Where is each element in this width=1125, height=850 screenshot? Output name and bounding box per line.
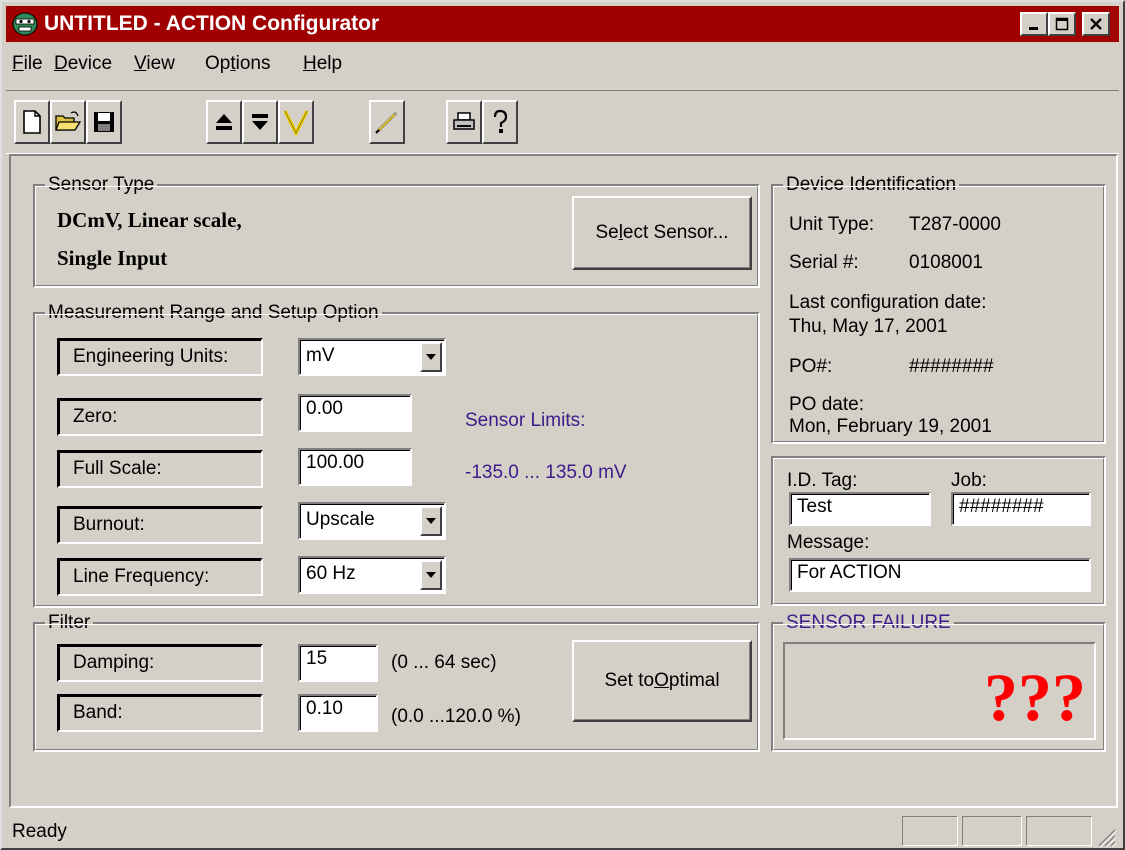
job-input[interactable]: ######## bbox=[951, 492, 1091, 526]
printer-icon bbox=[453, 112, 475, 130]
burnout-label: Burnout: bbox=[57, 506, 263, 544]
minimize-button[interactable] bbox=[1020, 12, 1048, 36]
window-title: UNTITLED - ACTION Configurator bbox=[44, 12, 380, 35]
message-input[interactable]: For ACTION bbox=[789, 558, 1091, 592]
set-to-optimal-button[interactable]: Set to Optimal bbox=[572, 640, 752, 722]
band-input[interactable]: 0.10 bbox=[298, 694, 378, 732]
sensor-type-line1: DCmV, Linear scale, bbox=[57, 208, 242, 232]
damping-range: (0 ... 64 sec) bbox=[391, 652, 497, 673]
maximize-button[interactable] bbox=[1048, 12, 1076, 36]
device-identification-legend: Device Identification bbox=[783, 173, 960, 197]
full-scale-input[interactable]: 100.00 bbox=[298, 448, 412, 486]
line-frequency-select[interactable]: 60 Hz bbox=[298, 556, 446, 594]
upload-eject-icon bbox=[216, 114, 232, 130]
title-bar[interactable]: UNTITLED - ACTION Configurator bbox=[6, 6, 1119, 42]
sensor-type-legend: Sensor Type bbox=[45, 173, 158, 197]
sensor-failure-legend: SENSOR FAILURE bbox=[783, 611, 954, 635]
status-pane-1 bbox=[902, 816, 958, 846]
probe-pen-icon bbox=[375, 111, 398, 134]
sensor-type-line2: Single Input bbox=[57, 246, 168, 270]
po-date-label: PO date: bbox=[789, 394, 864, 415]
job-label: Job: bbox=[951, 470, 987, 491]
filter-legend: Filter bbox=[45, 611, 94, 635]
message-label: Message: bbox=[787, 532, 870, 553]
unit-type-label: Unit Type: bbox=[789, 214, 875, 235]
new-button[interactable] bbox=[14, 100, 50, 144]
band-range: (0.0 ...120.0 %) bbox=[391, 706, 521, 727]
print-button[interactable] bbox=[446, 100, 482, 144]
open-button[interactable] bbox=[50, 100, 86, 144]
chevron-down-icon[interactable] bbox=[420, 506, 442, 536]
upload-button[interactable] bbox=[206, 100, 242, 144]
engineering-units-label: Engineering Units: bbox=[57, 338, 263, 376]
download-icon bbox=[252, 114, 268, 130]
close-button[interactable] bbox=[1082, 12, 1110, 36]
band-label: Band: bbox=[57, 694, 263, 732]
open-folder-icon bbox=[55, 111, 82, 131]
close-icon bbox=[1090, 18, 1102, 30]
unit-type-value: T287-0000 bbox=[909, 214, 1001, 235]
full-scale-label: Full Scale: bbox=[57, 450, 263, 488]
id-tag-input[interactable]: Test bbox=[789, 492, 931, 526]
minimize-icon bbox=[1029, 27, 1038, 30]
menu-device[interactable]: Device bbox=[54, 53, 112, 75]
menu-file[interactable]: File bbox=[12, 53, 43, 75]
zero-input[interactable]: 0.00 bbox=[298, 394, 412, 432]
zero-label: Zero: bbox=[57, 398, 263, 436]
menu-help[interactable]: Help bbox=[303, 53, 342, 75]
sensor-failure-group: SENSOR FAILURE ??? bbox=[771, 611, 1106, 752]
maximize-icon bbox=[1055, 17, 1069, 31]
app-face-icon bbox=[12, 12, 38, 36]
tag-group: I.D. Tag: Job: Test ######## Message: Fo… bbox=[771, 456, 1106, 606]
burnout-select[interactable]: Upscale bbox=[298, 502, 446, 540]
status-pane-3 bbox=[1026, 816, 1092, 846]
line-frequency-label: Line Frequency: bbox=[57, 558, 263, 596]
download-button[interactable] bbox=[242, 100, 278, 144]
chevron-down-icon[interactable] bbox=[420, 342, 442, 372]
menu-view[interactable]: View bbox=[134, 53, 175, 75]
select-sensor-button[interactable]: Se l ect Sensor... bbox=[572, 196, 752, 270]
sensor-type-group: Sensor Type DCmV, Linear scale, Single I… bbox=[33, 173, 760, 288]
last-config-label: Last configuration date: bbox=[789, 292, 987, 313]
damping-label: Damping: bbox=[57, 644, 263, 682]
sensor-limits-value: -135.0 ... 135.0 mV bbox=[465, 462, 627, 483]
po-label: PO#: bbox=[789, 356, 833, 377]
main-client-area: Sensor Type DCmV, Linear scale, Single I… bbox=[9, 154, 1118, 808]
save-button[interactable] bbox=[86, 100, 122, 144]
verify-button[interactable] bbox=[278, 100, 314, 144]
filter-group: Filter Damping: 15 (0 ... 64 sec) Band: … bbox=[33, 611, 760, 752]
help-question-icon bbox=[493, 109, 508, 133]
save-disk-icon bbox=[94, 112, 114, 132]
po-date-value: Mon, February 19, 2001 bbox=[789, 416, 992, 437]
status-text: Ready bbox=[12, 821, 67, 842]
menu-options[interactable]: Options bbox=[205, 53, 271, 75]
measurement-group: Measurement Range and Setup Option Engin… bbox=[33, 301, 760, 608]
measurement-legend: Measurement Range and Setup Option bbox=[45, 301, 382, 325]
serial-value: 0108001 bbox=[909, 252, 983, 273]
sensor-limits-label: Sensor Limits: bbox=[465, 410, 586, 431]
status-bar: Ready bbox=[6, 810, 1119, 848]
verify-check-icon bbox=[283, 110, 309, 136]
device-identification-group: Device Identification Unit Type: T287-00… bbox=[771, 173, 1106, 444]
new-document-icon bbox=[23, 110, 41, 134]
damping-input[interactable]: 15 bbox=[298, 644, 378, 682]
sensor-failure-indicator: ??? bbox=[984, 659, 1086, 735]
help-button[interactable] bbox=[482, 100, 518, 144]
engineering-units-select[interactable]: mV bbox=[298, 338, 446, 376]
last-config-value: Thu, May 17, 2001 bbox=[789, 316, 948, 337]
sensor-failure-panel: ??? bbox=[783, 642, 1096, 740]
chevron-down-icon[interactable] bbox=[420, 560, 442, 590]
app-window: UNTITLED - ACTION Configurator File Devi… bbox=[0, 0, 1125, 850]
po-value: ######## bbox=[909, 356, 994, 377]
menu-bar: File Device View Options Help bbox=[6, 46, 1119, 82]
calibrate-button[interactable] bbox=[369, 100, 405, 144]
status-pane-2 bbox=[962, 816, 1022, 846]
serial-label: Serial #: bbox=[789, 252, 859, 273]
id-tag-label: I.D. Tag: bbox=[787, 470, 858, 491]
resize-grip-icon[interactable] bbox=[1095, 826, 1117, 848]
toolbar bbox=[6, 90, 1119, 154]
